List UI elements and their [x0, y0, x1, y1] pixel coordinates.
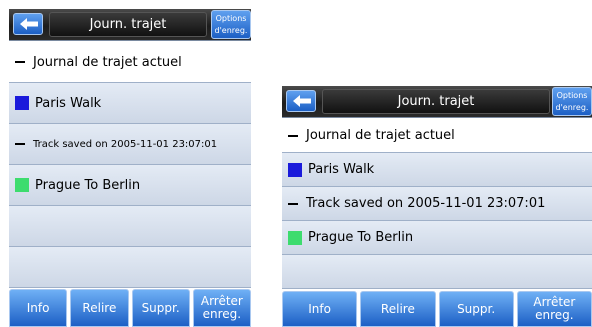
list-item-label: Track saved on 2005-11-01 23:07:01 [306, 196, 546, 211]
replay-button[interactable]: Relire [70, 289, 129, 327]
back-arrow-icon [293, 95, 311, 107]
track-color-swatch [15, 96, 29, 110]
list-item-label: Journal de trajet actuel [33, 54, 182, 70]
track-log-screen-portrait: Journ. trajet Options d'enreg. Journal d… [9, 9, 251, 327]
list-item-current-log[interactable]: Journal de trajet actuel [9, 42, 251, 83]
track-color-swatch [15, 178, 29, 192]
delete-button[interactable]: Suppr. [131, 289, 190, 327]
back-button[interactable] [286, 90, 316, 112]
list-item-label: Journal de trajet actuel [306, 128, 455, 143]
back-button[interactable] [13, 13, 43, 35]
bottom-toolbar: Info Relire Suppr. Arrêter enreg. [282, 291, 592, 327]
track-color-swatch [288, 162, 302, 177]
track-log-screen-landscape: Journ. trajet Options d'enreg. Journal d… [282, 86, 592, 327]
list-item-current-log[interactable]: Journal de trajet actuel [282, 119, 592, 153]
screen-title: Journ. trajet [49, 12, 207, 37]
replay-button[interactable]: Relire [360, 291, 436, 327]
list-item-empty [282, 255, 592, 289]
dash-marker [288, 134, 298, 137]
list-item-label: Paris Walk [308, 162, 375, 177]
list-item-paris-walk[interactable]: Paris Walk [282, 153, 592, 187]
dash-marker [288, 202, 298, 205]
stop-label-line2: enreg. [202, 307, 242, 321]
list-item-empty [9, 206, 251, 247]
info-button[interactable]: Info [282, 291, 358, 327]
list-item-prague-berlin[interactable]: Prague To Berlin [282, 221, 592, 255]
list-item-label: Track saved on 2005-11-01 23:07:01 [33, 138, 218, 150]
list-item-saved-track[interactable]: Track saved on 2005-11-01 23:07:01 [9, 124, 251, 165]
options-label-line2: d'enreg. [214, 26, 248, 35]
title-bar: Journ. trajet Options d'enreg. [9, 9, 251, 41]
recording-options-button[interactable]: Options d'enreg. [552, 87, 592, 116]
list-item-saved-track[interactable]: Track saved on 2005-11-01 23:07:01 [282, 187, 592, 221]
stop-recording-button[interactable]: Arrêter enreg. [516, 291, 592, 327]
stop-recording-button[interactable]: Arrêter enreg. [192, 289, 251, 327]
back-arrow-icon [20, 18, 38, 30]
track-color-swatch [288, 230, 302, 245]
options-label-line1: Options [556, 91, 588, 100]
delete-button[interactable]: Suppr. [438, 291, 514, 327]
dash-marker [15, 143, 25, 145]
bottom-toolbar: Info Relire Suppr. Arrêter enreg. [9, 289, 251, 327]
list-item-label: Prague To Berlin [308, 230, 414, 245]
options-label-line1: Options [215, 14, 247, 23]
title-bar: Journ. trajet Options d'enreg. [282, 86, 592, 118]
list-item-label: Prague To Berlin [35, 177, 141, 193]
list-item-prague-berlin[interactable]: Prague To Berlin [9, 165, 251, 206]
stop-label-line2: enreg. [535, 308, 574, 322]
track-log-list: Journal de trajet actuel Paris Walk Trac… [9, 42, 251, 288]
info-button[interactable]: Info [9, 289, 68, 327]
screen-title: Journ. trajet [322, 89, 550, 114]
dash-marker [15, 61, 25, 63]
list-item-empty [9, 247, 251, 288]
list-item-paris-walk[interactable]: Paris Walk [9, 83, 251, 124]
recording-options-button[interactable]: Options d'enreg. [211, 10, 251, 39]
options-label-line2: d'enreg. [555, 103, 589, 112]
list-item-label: Paris Walk [35, 95, 102, 111]
track-log-list: Journal de trajet actuel Paris Walk Trac… [282, 119, 592, 289]
